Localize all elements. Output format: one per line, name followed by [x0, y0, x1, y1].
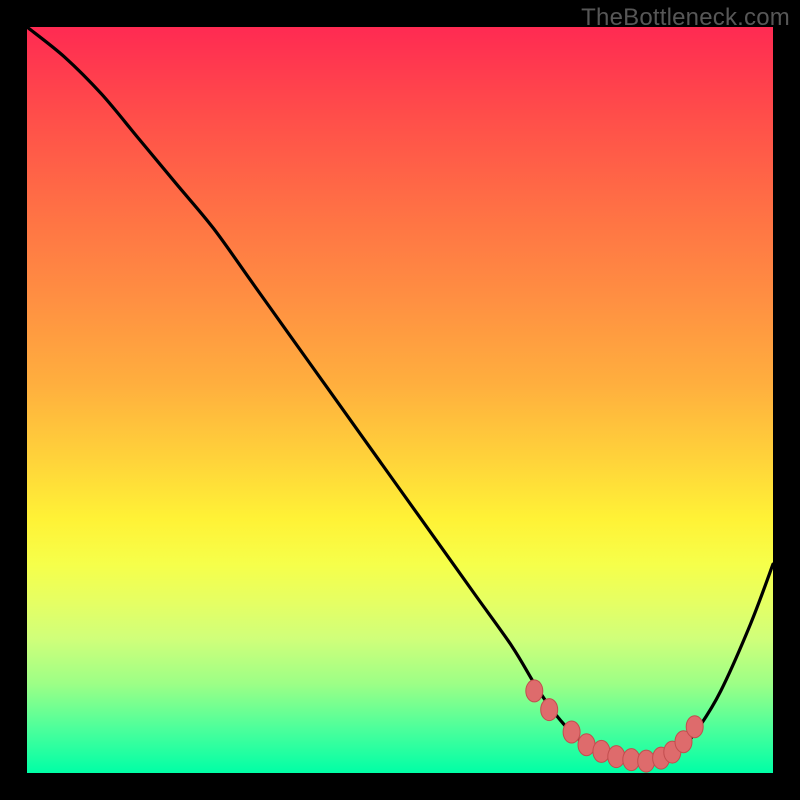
- sweet-spot-dot: [541, 699, 558, 721]
- bottleneck-curve: [27, 27, 773, 762]
- sweet-spot-dot: [675, 731, 692, 753]
- sweet-spot-dot: [608, 746, 625, 768]
- sweet-spot-dot: [664, 741, 681, 763]
- sweet-spot-dot: [653, 747, 670, 769]
- sweet-spot-dots: [526, 680, 703, 772]
- sweet-spot-dot: [686, 716, 703, 738]
- outer-frame: TheBottleneck.com: [0, 0, 800, 800]
- sweet-spot-dot: [526, 680, 543, 702]
- gradient-plot-area: [27, 27, 773, 773]
- sweet-spot-dot: [578, 734, 595, 756]
- sweet-spot-dot: [623, 749, 640, 771]
- sweet-spot-dot: [563, 721, 580, 743]
- watermark-text: TheBottleneck.com: [581, 4, 790, 32]
- sweet-spot-dot: [593, 740, 610, 762]
- chart-svg: [27, 27, 773, 773]
- sweet-spot-dot: [638, 750, 655, 772]
